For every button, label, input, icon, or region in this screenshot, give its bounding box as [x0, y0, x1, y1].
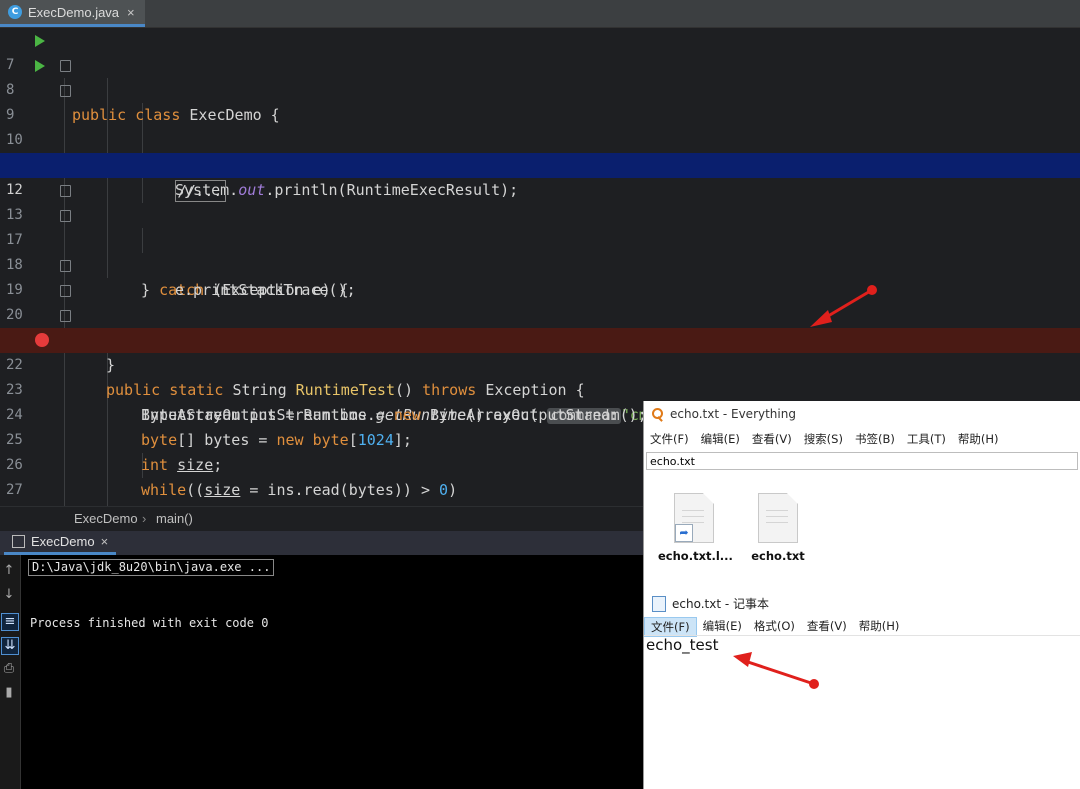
shortcut-arrow-icon: ➦ [675, 524, 693, 542]
run-icon[interactable] [35, 35, 45, 47]
notepad-title: echo.txt - 记事本 [672, 597, 770, 611]
console-output: Process finished with exit code 0 [30, 616, 269, 630]
fold-icon[interactable] [60, 85, 71, 97]
scroll-to-end-icon[interactable]: ⇊ [1, 637, 19, 655]
console-toolbar: ↑ ↓ ≡ ⇊ ⎙ ▮ [0, 555, 21, 789]
menu-file[interactable]: 文件(F) [644, 617, 697, 637]
menu-bookmarks[interactable]: 书签(B) [855, 431, 895, 447]
menu-format[interactable]: 格式(O) [748, 617, 801, 637]
notepad-icon [652, 595, 666, 612]
notepad-window: echo.txt - 记事本 文件(F) 编辑(E) 格式(O) 查看(V) 帮… [643, 588, 1080, 789]
run-tab-label: ExecDemo [31, 534, 95, 549]
menu-edit[interactable]: 编辑(E) [697, 617, 748, 637]
code-line[interactable]: 10 String RuntimeExecResult = RuntimeTes… [0, 103, 1080, 174]
document-icon [758, 493, 798, 543]
notepad-menu-bar: 文件(F) 编辑(E) 格式(O) 查看(V) 帮助(H) [644, 617, 905, 637]
everything-window: echo.txt - Everything 文件(F) 编辑(E) 查看(V) … [643, 401, 1080, 588]
up-arrow-icon[interactable]: ↑ [1, 563, 17, 579]
tab-execdemo-java[interactable]: C ExecDemo.java × [0, 0, 145, 27]
tab-label: ExecDemo.java [28, 4, 120, 20]
soft-wrap-icon[interactable]: ≡ [1, 613, 19, 631]
breakpoint-icon[interactable] [35, 333, 49, 347]
code-line[interactable]: 8 public static void main(String[] args)… [0, 53, 1080, 174]
down-arrow-icon[interactable]: ↓ [1, 587, 17, 603]
file-name: echo.txt.l... [658, 549, 733, 563]
code-line[interactable]: 11 System.out.println(RuntimeExecResult)… [0, 128, 1080, 199]
menu-file[interactable]: 文件(F) [650, 431, 689, 447]
code-line[interactable]: 23 ByteArrayOutputStream bos = new ByteA… [0, 353, 1080, 424]
fold-icon[interactable] [60, 260, 71, 272]
fold-icon[interactable] [60, 310, 71, 322]
console-command-line[interactable]: D:\Java\jdk_8u20\bin\java.exe ... [28, 559, 275, 576]
menu-help[interactable]: 帮助(H) [958, 431, 999, 447]
code-line[interactable]: 13 //... [0, 178, 1080, 223]
code-line[interactable]: 7 public class ExecDemo { [0, 28, 1080, 124]
menu-tools[interactable]: 工具(T) [907, 431, 946, 447]
everything-title: echo.txt - Everything [670, 407, 796, 421]
fold-icon[interactable] [60, 210, 71, 222]
menu-help[interactable]: 帮助(H) [853, 617, 906, 637]
document-icon: ➦ [674, 493, 714, 543]
run-console[interactable]: ↑ ↓ ≡ ⇊ ⎙ ▮ D:\Java\jdk_8u20\bin\java.ex… [0, 555, 643, 789]
code-line[interactable]: 9 try { [0, 78, 1080, 174]
breadcrumb: ExecDemo › main() [0, 506, 643, 531]
code-line[interactable]: 17 } catch (Exception e) { [0, 203, 1080, 299]
file-name: echo.txt [751, 549, 805, 563]
everything-search-input[interactable]: echo.txt [646, 452, 1078, 470]
code-line[interactable]: 24 byte[] bytes = new byte[1024]; [0, 378, 1080, 449]
code-line[interactable]: 20 } [0, 278, 1080, 374]
magnifier-icon [652, 408, 664, 420]
file-item[interactable]: echo.txt [742, 493, 814, 563]
menu-edit[interactable]: 编辑(E) [701, 431, 740, 447]
print-icon[interactable]: ⎙ [1, 661, 17, 677]
expand-icon[interactable] [60, 185, 71, 197]
menu-view[interactable]: 查看(V) [801, 617, 853, 637]
run-config-icon [12, 535, 25, 548]
code-line[interactable]: 21 public static String RuntimeTest() th… [0, 303, 1080, 399]
tab-run-execdemo[interactable]: ExecDemo × [4, 531, 117, 555]
file-item-shortcut[interactable]: ➦ echo.txt.l... [658, 493, 733, 563]
run-tool-window-bar: ExecDemo × [0, 531, 643, 555]
close-tab-icon[interactable]: × [127, 5, 135, 20]
java-class-icon: C [8, 5, 22, 19]
folded-code[interactable]: //... [175, 180, 227, 202]
notepad-text-area[interactable]: echo_test [646, 636, 718, 654]
code-line[interactable]: 18 e.printStackTrace(); [0, 228, 1080, 299]
fold-icon[interactable] [60, 285, 71, 297]
fold-icon[interactable] [60, 60, 71, 72]
trash-icon[interactable]: ▮ [1, 685, 17, 701]
code-line[interactable]: 19 } [0, 253, 1080, 349]
run-icon[interactable] [35, 60, 45, 72]
breadcrumb-class[interactable]: ExecDemo [74, 507, 138, 531]
code-line-breakpoint[interactable]: 22 InputStream ins = Runtime.getRuntime(… [0, 328, 1080, 424]
everything-title-bar: echo.txt - Everything [652, 407, 796, 421]
breadcrumb-method[interactable]: main() [156, 507, 193, 531]
everything-menu-bar: 文件(F) 编辑(E) 查看(V) 搜索(S) 书签(B) 工具(T) 帮助(H… [650, 431, 998, 447]
menu-view[interactable]: 查看(V) [752, 431, 792, 447]
notepad-title-bar: echo.txt - 记事本 [652, 595, 769, 612]
breadcrumb-separator: › [142, 511, 147, 526]
code-line-current[interactable]: 12 [0, 153, 1080, 198]
menu-search[interactable]: 搜索(S) [804, 431, 843, 447]
editor-tab-bar: C ExecDemo.java × [0, 0, 1080, 28]
close-run-tab-icon[interactable]: × [101, 534, 109, 549]
